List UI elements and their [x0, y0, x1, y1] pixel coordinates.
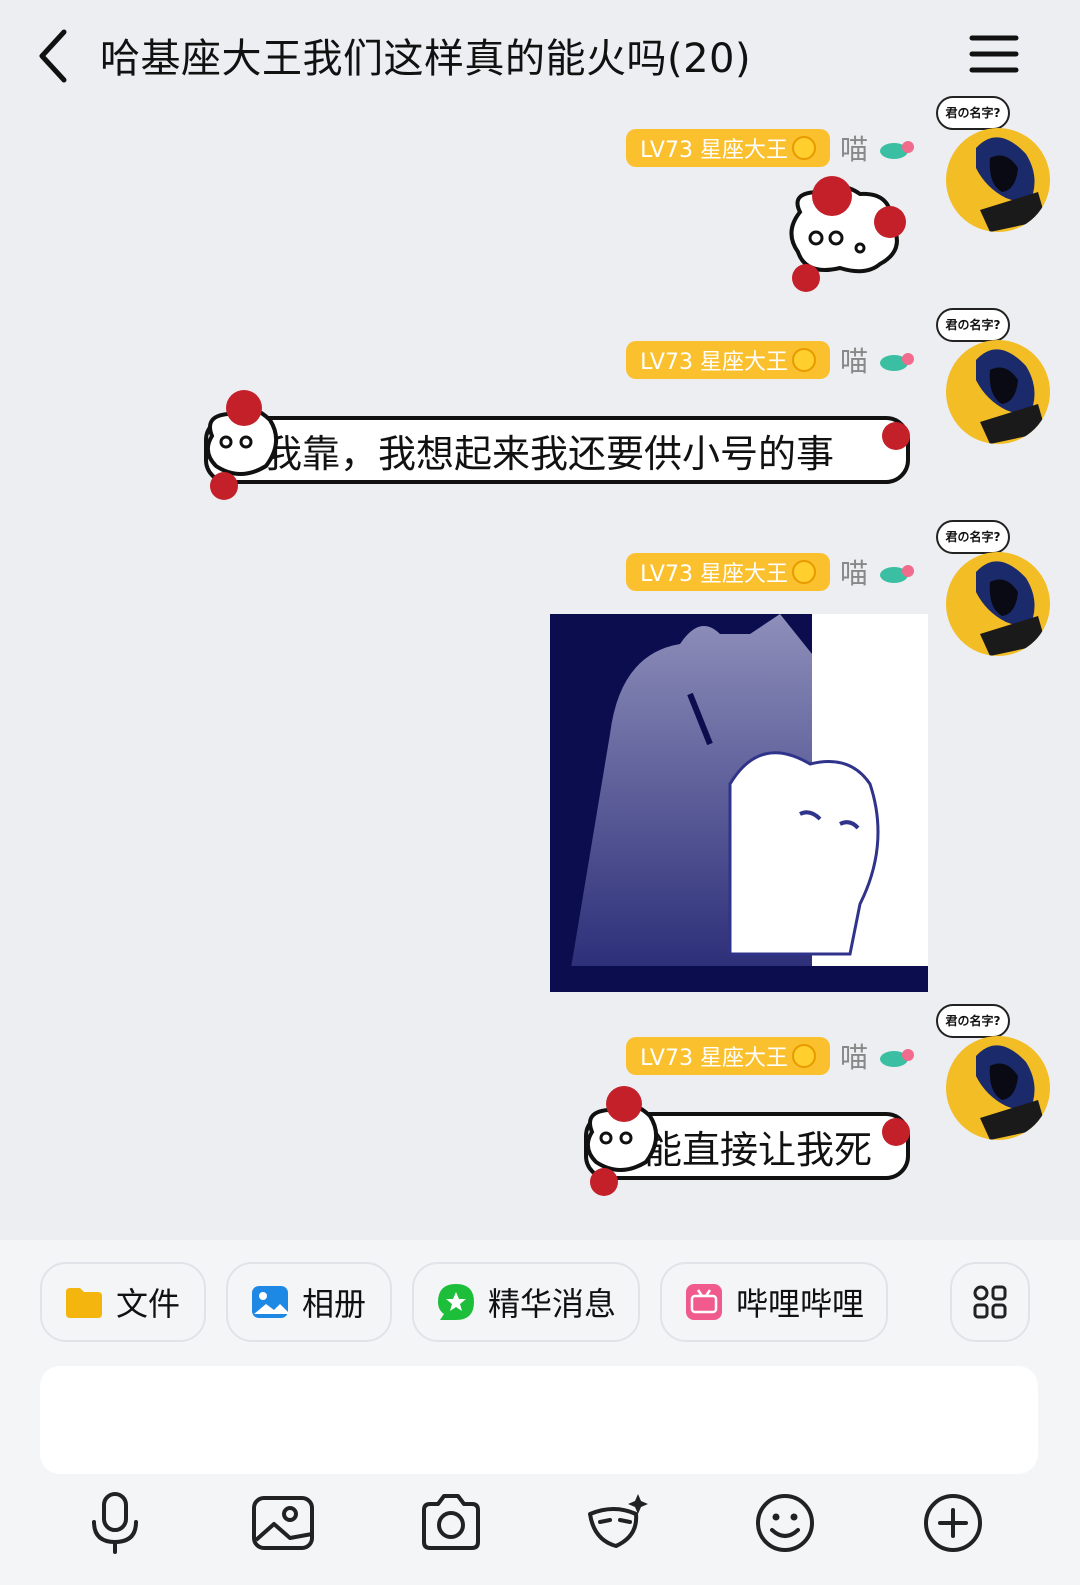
microphone-icon[interactable] — [82, 1490, 148, 1556]
nickname: 喵 — [839, 1041, 868, 1074]
message-text: 我靠，我想起来我还要供小号的事 — [264, 431, 835, 476]
camera-icon[interactable] — [418, 1490, 484, 1556]
menu-icon[interactable] — [968, 32, 1020, 76]
message-item: 君の名字? LV73 星座大王 喵 — [0, 520, 1080, 1000]
avatar-speech-tag: 君の名字? — [936, 520, 1010, 554]
avatar[interactable] — [946, 128, 1050, 232]
avatar[interactable] — [946, 1036, 1050, 1140]
smile-emoji-icon — [791, 136, 816, 160]
star-chat-icon — [438, 1284, 474, 1320]
avatar-character-icon — [976, 1045, 1046, 1140]
avatar-speech-tag: 君の名字? — [936, 308, 1010, 342]
message-image[interactable] — [550, 614, 928, 992]
smile-emoji-icon — [791, 348, 816, 372]
fish-flair-icon — [880, 1049, 914, 1067]
smile-emoji-icon — [791, 560, 816, 584]
quick-chip-label: 相册 — [302, 1285, 367, 1323]
message-item: 君の名字? LV73 星座大王 喵 能直接让我死 — [0, 1004, 1080, 1204]
ai-mask-icon[interactable] — [584, 1490, 650, 1556]
avatar-character-icon — [976, 349, 1046, 444]
message-input[interactable] — [40, 1366, 1038, 1474]
image-icon[interactable] — [250, 1490, 316, 1556]
smile-emoji-icon — [791, 1044, 816, 1068]
message-item: 君の名字? LV73 星座大王 喵 我靠，我想起来我还要供小号的事 — [0, 308, 1080, 508]
back-arrow-icon[interactable] — [30, 26, 80, 86]
fish-flair-icon — [880, 141, 914, 159]
quick-chip-album[interactable]: 相册 — [226, 1262, 392, 1342]
sender-meta: LV73 星座大王 喵 — [626, 1036, 916, 1076]
quick-chip-bilibili[interactable]: 哔哩哔哩 — [660, 1262, 888, 1342]
sticker-decoration-icon — [882, 422, 910, 450]
sticker-decoration-icon — [882, 1118, 910, 1146]
emoji-icon[interactable] — [752, 1490, 818, 1556]
nickname: 喵 — [839, 557, 868, 590]
fish-flair-icon — [880, 565, 914, 583]
sticker-decoration-icon — [585, 1086, 658, 1196]
avatar-speech-tag: 君の名字? — [936, 96, 1010, 130]
plus-icon[interactable] — [920, 1490, 986, 1556]
quick-chip-label: 文件 — [116, 1285, 181, 1323]
fish-flair-icon — [880, 353, 914, 371]
level-badge: LV73 星座大王 — [626, 553, 830, 591]
bilibili-icon — [686, 1284, 722, 1320]
sticker-decoration-icon — [205, 390, 278, 500]
level-badge: LV73 星座大王 — [626, 341, 830, 379]
message-item: 君の名字? LV73 星座大王 喵 — [0, 96, 1080, 296]
quick-chip-label: 哔哩哔哩 — [736, 1285, 865, 1323]
quick-chip-highlights[interactable]: 精华消息 — [412, 1262, 640, 1342]
sticker-image[interactable] — [780, 172, 910, 292]
cat-meme-image — [550, 614, 928, 992]
more-apps-button[interactable] — [950, 1262, 1030, 1342]
chat-title: 哈基座大王我们这样真的能火吗(20) — [100, 36, 752, 82]
nickname: 喵 — [839, 133, 868, 166]
sender-meta: LV73 星座大王 喵 — [626, 552, 916, 592]
avatar[interactable] — [946, 340, 1050, 444]
sender-meta: LV73 星座大王 喵 — [626, 340, 916, 380]
message-bubble[interactable]: 我靠，我想起来我还要供小号的事 — [204, 416, 910, 484]
chat-header: 哈基座大王我们这样真的能火吗(20) — [0, 0, 1080, 110]
avatar-character-icon — [976, 561, 1046, 656]
apps-grid-icon — [973, 1285, 1007, 1319]
sender-meta: LV73 星座大王 喵 — [626, 128, 916, 168]
folder-icon — [66, 1288, 102, 1318]
avatar-speech-tag: 君の名字? — [936, 1004, 1010, 1038]
quick-chip-label: 精华消息 — [488, 1285, 617, 1323]
nickname: 喵 — [839, 345, 868, 378]
avatar-character-icon — [976, 137, 1046, 232]
input-panel: 文件 相册 精华消息 哔哩哔哩 — [0, 1240, 1080, 1585]
level-badge: LV73 星座大王 — [626, 129, 830, 167]
level-badge: LV73 星座大王 — [626, 1037, 830, 1075]
quick-chip-file[interactable]: 文件 — [40, 1262, 206, 1342]
album-icon — [252, 1286, 288, 1318]
avatar[interactable] — [946, 552, 1050, 656]
